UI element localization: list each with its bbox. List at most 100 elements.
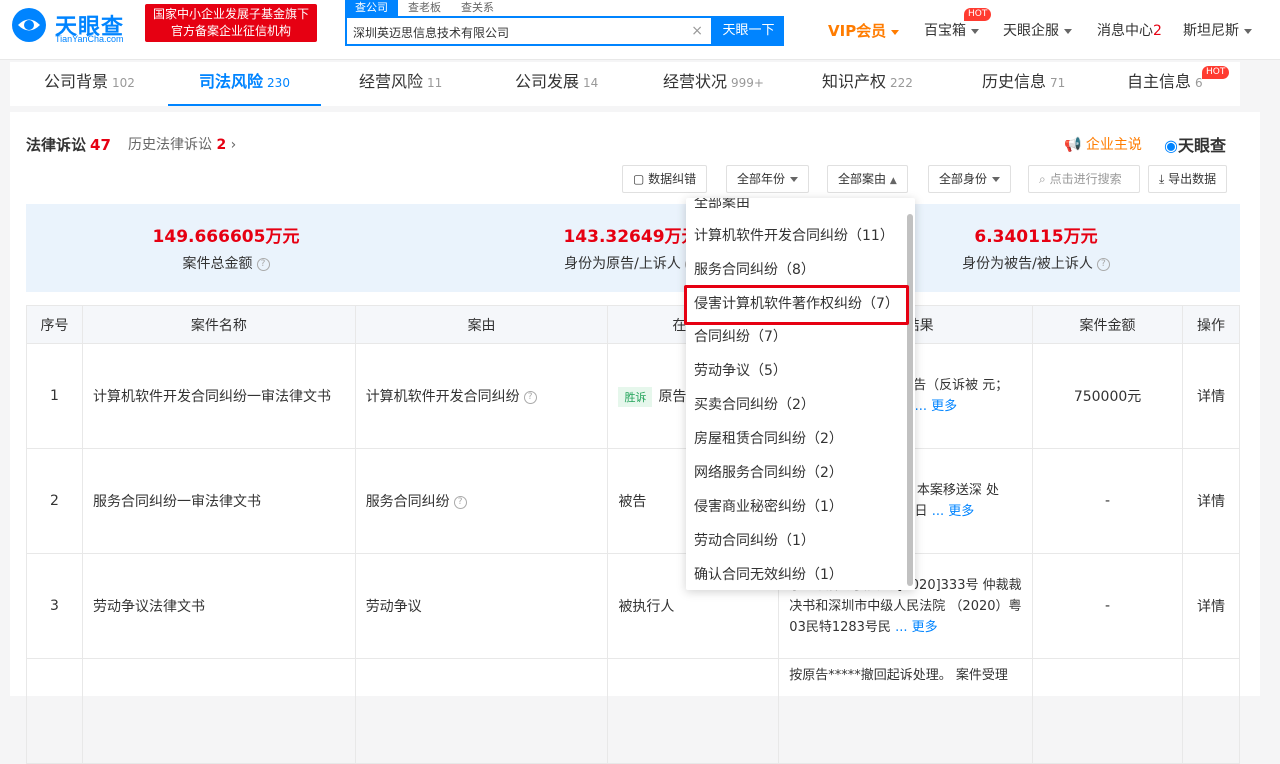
search-tab-boss[interactable]: 查老板: [398, 0, 451, 16]
dropdown-option[interactable]: 劳动合同纠纷（1）: [686, 524, 905, 558]
tab-judicial-risk[interactable]: 司法风险 230: [168, 62, 321, 106]
tab-count: 14: [583, 76, 599, 90]
tab-label: 自主信息: [1127, 72, 1192, 91]
tianyancha-logo[interactable]: 天眼查 TianYanCha.com: [10, 6, 136, 48]
cause-label: 全部案由: [838, 172, 887, 186]
cell-cause: 劳动争议: [354, 553, 609, 659]
tab-label: 公司发展: [515, 72, 580, 91]
help-icon[interactable]: ?: [256, 257, 270, 271]
logo-eye-icon: ◉: [1164, 136, 1178, 155]
logo-eye-icon: [12, 8, 46, 42]
clear-icon[interactable]: ×: [691, 23, 703, 39]
help-icon[interactable]: ?: [453, 495, 467, 509]
chevron-right-icon: ›: [230, 137, 237, 153]
dropdown-scrollbar[interactable]: [907, 214, 913, 586]
detail-link[interactable]: 详情: [1182, 343, 1240, 449]
win-badge: 胜诉: [618, 386, 653, 407]
tab-company-background[interactable]: 公司背景 102: [44, 62, 135, 106]
download-icon: ⤓: [1159, 172, 1165, 186]
chevron-down-icon: [1064, 28, 1072, 34]
chevron-down-icon: [1244, 28, 1252, 34]
cell-name[interactable]: 劳动争议法律文书: [81, 553, 356, 659]
help-icon[interactable]: ?: [523, 390, 537, 404]
cell-action: [1182, 658, 1240, 764]
col-header-amount: 案件金额: [1032, 305, 1183, 344]
history-lawsuit-link[interactable]: 历史法律诉讼 2 ›: [128, 134, 236, 154]
dropdown-option[interactable]: 合同纠纷（7）: [686, 320, 905, 354]
export-label: 导出数据: [1168, 172, 1217, 186]
dropdown-option[interactable]: 劳动争议（5）: [686, 354, 905, 388]
cell-amount: [1032, 658, 1183, 764]
tab-label: 司法风险: [199, 72, 264, 91]
tab-history[interactable]: 历史信息 71: [982, 62, 1065, 106]
search-tab-company[interactable]: 查公司: [345, 0, 398, 16]
search-icon: ⌕: [1039, 172, 1046, 186]
cell-no: 3: [26, 553, 83, 659]
tab-label: 经营风险: [359, 72, 424, 91]
detail-link[interactable]: 详情: [1182, 448, 1240, 554]
tab-business-status[interactable]: 经营状况 999+: [663, 62, 764, 106]
tab-self-info[interactable]: 自主信息 6: [1127, 62, 1203, 106]
tab-ip[interactable]: 知识产权 222: [822, 62, 913, 106]
logo-subtext: TianYanCha.com: [55, 34, 124, 44]
data-correction-button[interactable]: ▢ 数据纠错: [622, 165, 708, 193]
filter-search-input[interactable]: ⌕ 点击进行搜索: [1028, 165, 1140, 193]
dropdown-option[interactable]: 网络服务合同纠纷（2）: [686, 456, 905, 490]
role-text: 原告: [658, 388, 687, 405]
cell-cause: [354, 658, 609, 764]
stat-value: 149.666605万元: [152, 227, 300, 247]
stat-total-amount: 149.666605万元 案件总金额?: [26, 204, 426, 273]
gov-badge-line1: 国家中小企业发展子基金旗下: [152, 7, 309, 21]
qifu-menu[interactable]: 天眼企服: [1003, 20, 1072, 40]
correction-label: 数据纠错: [648, 172, 697, 186]
tab-label: 公司背景: [44, 72, 109, 91]
col-header-action: 操作: [1182, 305, 1240, 344]
detail-link[interactable]: 详情: [1182, 553, 1240, 659]
search-tab-relation[interactable]: 查关系: [451, 0, 504, 16]
message-center[interactable]: 消息中心2: [1097, 20, 1162, 40]
cell-amount: -: [1032, 553, 1183, 659]
tianyancha-brand: ◉天眼查: [1164, 132, 1226, 156]
section-title-text: 法律诉讼: [26, 136, 87, 154]
claim-label: 企业主说: [1085, 137, 1142, 153]
vip-menu[interactable]: VIP会员: [828, 20, 900, 41]
history-label: 历史法律诉讼: [128, 137, 212, 153]
chevron-down-icon: [971, 28, 979, 34]
tab-company-development[interactable]: 公司发展 14: [515, 62, 598, 106]
dropdown-option[interactable]: 买卖合同纠纷（2）: [686, 388, 905, 422]
company-tabs: 公司背景 102 司法风险 230 经营风险 11 公司发展 14 经营状况 999+ 知…: [10, 62, 1240, 106]
user-menu[interactable]: 斯坦尼斯: [1183, 20, 1252, 40]
role-filter[interactable]: 全部身份: [928, 165, 1012, 193]
dropdown-option[interactable]: 房屋租赁合同纠纷（2）: [686, 422, 905, 456]
cell-name[interactable]: 服务合同纠纷一审法律文书: [81, 448, 356, 554]
section-count: 47: [90, 136, 111, 154]
search-button[interactable]: 天眼一下: [713, 16, 784, 46]
export-button[interactable]: ⤓ 导出数据: [1148, 165, 1228, 193]
company-claim-link[interactable]: 📢 企业主说: [1064, 134, 1142, 154]
year-filter[interactable]: 全部年份: [726, 165, 810, 193]
more-link[interactable]: ... 更多: [915, 399, 958, 414]
dropdown-option[interactable]: 服务合同纠纷（8）: [686, 253, 905, 287]
tab-operation-risk[interactable]: 经营风险 11: [359, 62, 442, 106]
dropdown-option[interactable]: 确认合同无效纠纷（1）: [686, 558, 905, 590]
tab-count: 71: [1050, 76, 1066, 90]
cell-name[interactable]: 计算机软件开发合同纠纷一审法律文书: [81, 343, 356, 449]
cell-no: [26, 658, 83, 764]
dropdown-option[interactable]: 侵害商业秘密纠纷（1）: [686, 490, 905, 524]
hot-badge: HOT: [964, 8, 992, 21]
cause-filter[interactable]: 全部案由 ▲: [827, 165, 908, 193]
more-link[interactable]: ... 更多: [895, 620, 938, 635]
dropdown-option[interactable]: 计算机软件开发合同纠纷（11）: [686, 219, 905, 253]
cause-text: 服务合同纠纷: [365, 494, 450, 510]
cell-name: [81, 658, 356, 764]
stat-label: 案件总金额: [182, 256, 253, 272]
col-header-no: 序号: [26, 305, 83, 344]
col-header-name: 案件名称: [81, 305, 356, 344]
help-icon[interactable]: ?: [1096, 257, 1110, 271]
search-input[interactable]: [353, 22, 683, 42]
dropdown-option[interactable]: 全部案由: [686, 198, 905, 220]
baibao-menu[interactable]: 百宝箱: [924, 20, 979, 40]
qifu-label: 天眼企服: [1003, 23, 1059, 39]
document-icon: ▢: [633, 172, 645, 186]
more-link[interactable]: ... 更多: [932, 504, 975, 519]
